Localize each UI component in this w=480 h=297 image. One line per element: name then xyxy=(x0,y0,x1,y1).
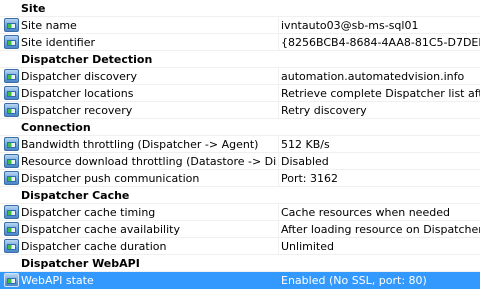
property-name: Dispatcher cache availability xyxy=(21,223,180,236)
property-grid: Site Site name ivntauto03@sb-ms-sql01 Si… xyxy=(0,0,480,297)
property-setting-icon xyxy=(4,222,19,236)
property-setting-icon xyxy=(4,205,19,219)
property-setting-icon xyxy=(4,18,19,32)
property-value: 512 KB/s xyxy=(281,138,330,151)
property-value: Cache resources when needed xyxy=(281,206,450,219)
property-value: Disabled xyxy=(281,155,329,168)
property-name: Dispatcher recovery xyxy=(21,104,133,117)
column-divider xyxy=(278,170,279,186)
property-setting-icon xyxy=(4,137,19,151)
category-label: Dispatcher Cache xyxy=(21,189,130,202)
property-value: Retry discovery xyxy=(281,104,367,117)
property-row-dispatcher-discovery[interactable]: Dispatcher discovery automation.automate… xyxy=(0,68,480,85)
property-name: Resource download throttling (Datastore … xyxy=(21,155,277,168)
property-value: Unlimited xyxy=(281,240,334,253)
category-dispatcher-detection[interactable]: Dispatcher Detection xyxy=(0,51,480,68)
property-row-webapi-state[interactable]: WebAPI state Enabled (No SSL, port: 80) xyxy=(0,272,480,289)
column-divider xyxy=(278,17,279,33)
category-site[interactable]: Site xyxy=(0,0,480,17)
property-setting-icon xyxy=(4,154,19,168)
column-divider xyxy=(278,272,279,288)
column-divider xyxy=(278,102,279,118)
property-setting-icon xyxy=(4,103,19,117)
property-setting-icon xyxy=(4,69,19,83)
property-value: {8256BCB4-8684-4AA8-81C5-D7DEFBB65 xyxy=(281,36,480,49)
category-label: Site xyxy=(21,2,46,15)
property-setting-icon xyxy=(4,171,19,185)
column-divider xyxy=(278,221,279,237)
category-label: Connection xyxy=(21,121,91,134)
property-value: ivntauto03@sb-ms-sql01 xyxy=(281,19,419,32)
property-name: Dispatcher cache timing xyxy=(21,206,156,219)
property-setting-icon xyxy=(4,35,19,49)
property-value: Port: 3162 xyxy=(281,172,339,185)
property-row-bandwidth-throttling[interactable]: Bandwidth throttling (Dispatcher -> Agen… xyxy=(0,136,480,153)
property-value: Enabled (No SSL, port: 80) xyxy=(281,274,427,287)
property-value: Retrieve complete Dispatcher list after … xyxy=(281,87,480,100)
category-dispatcher-webapi[interactable]: Dispatcher WebAPI xyxy=(0,255,480,272)
category-label: Dispatcher WebAPI xyxy=(21,257,140,270)
column-divider xyxy=(278,153,279,169)
property-row-dispatcher-cache-duration[interactable]: Dispatcher cache duration Unlimited xyxy=(0,238,480,255)
property-row-resource-download-throttling[interactable]: Resource download throttling (Datastore … xyxy=(0,153,480,170)
property-name: Bandwidth throttling (Dispatcher -> Agen… xyxy=(21,138,259,151)
property-row-site-identifier[interactable]: Site identifier {8256BCB4-8684-4AA8-81C5… xyxy=(0,34,480,51)
column-divider xyxy=(278,136,279,152)
property-setting-icon xyxy=(4,239,19,253)
property-name: Site name xyxy=(21,19,77,32)
property-setting-icon xyxy=(4,273,19,287)
property-row-dispatcher-cache-availability[interactable]: Dispatcher cache availability After load… xyxy=(0,221,480,238)
property-row-dispatcher-recovery[interactable]: Dispatcher recovery Retry discovery xyxy=(0,102,480,119)
property-name: Dispatcher cache duration xyxy=(21,240,167,253)
property-value: automation.automatedvision.info xyxy=(281,70,465,83)
column-divider xyxy=(278,85,279,101)
column-divider xyxy=(278,204,279,220)
property-row-dispatcher-cache-timing[interactable]: Dispatcher cache timing Cache resources … xyxy=(0,204,480,221)
property-name: Dispatcher locations xyxy=(21,87,134,100)
property-row-dispatcher-locations[interactable]: Dispatcher locations Retrieve complete D… xyxy=(0,85,480,102)
property-value: After loading resource on Dispatcher xyxy=(281,223,480,236)
property-name: Dispatcher discovery xyxy=(21,70,137,83)
category-dispatcher-cache[interactable]: Dispatcher Cache xyxy=(0,187,480,204)
column-divider xyxy=(278,238,279,254)
property-name: WebAPI state xyxy=(21,274,94,287)
property-row-dispatcher-push-communication[interactable]: Dispatcher push communication Port: 3162 xyxy=(0,170,480,187)
property-name: Site identifier xyxy=(21,36,95,49)
property-row-site-name[interactable]: Site name ivntauto03@sb-ms-sql01 xyxy=(0,17,480,34)
property-name: Dispatcher push communication xyxy=(21,172,200,185)
column-divider xyxy=(278,34,279,50)
column-divider xyxy=(278,68,279,84)
category-connection[interactable]: Connection xyxy=(0,119,480,136)
property-setting-icon xyxy=(4,86,19,100)
category-label: Dispatcher Detection xyxy=(21,53,153,66)
